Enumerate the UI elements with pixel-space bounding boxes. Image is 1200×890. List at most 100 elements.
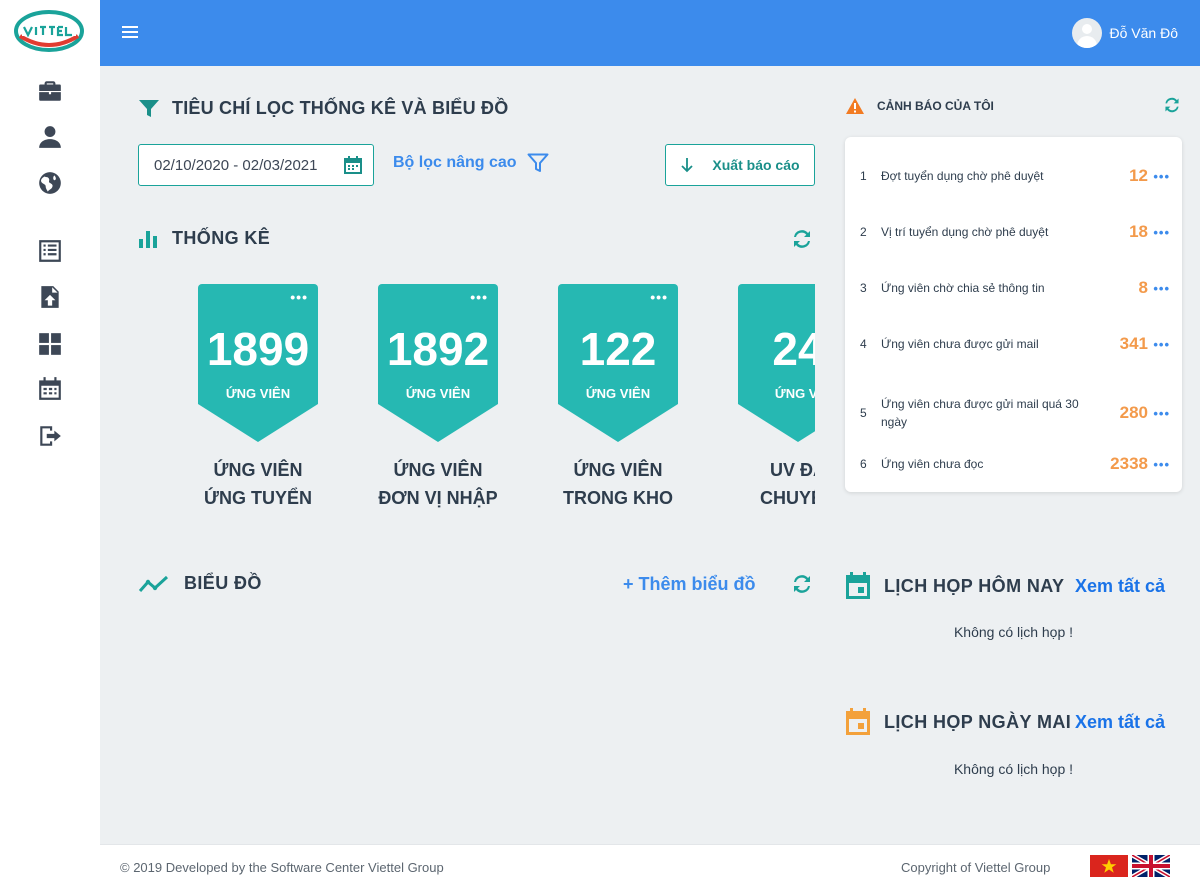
viettel-logo[interactable]	[14, 10, 84, 52]
meetings-today-title-text: LỊCH HỌP HÔM NAY	[884, 575, 1065, 596]
warning-index: 1	[860, 169, 867, 183]
charts-title-text: BIỂU ĐỒ	[184, 573, 262, 593]
line-chart-icon	[138, 575, 169, 592]
warning-index: 4	[860, 337, 867, 351]
user-icon[interactable]	[36, 123, 64, 151]
meetings-tomorrow-see-all-link[interactable]: Xem tất cả	[1075, 712, 1165, 733]
date-range-input[interactable]: 02/10/2020 - 02/03/2021	[138, 144, 374, 186]
stat-value: 122	[579, 323, 657, 375]
meetings-today-empty: Không có lịch họp !	[953, 624, 1074, 640]
warning-count: 8	[1138, 278, 1148, 297]
calendar-icon	[846, 572, 870, 599]
filter-section-title: TIÊU CHÍ LỌC THỐNG KÊ VÀ BIỂU ĐỒ	[138, 98, 508, 119]
arrow-down-icon	[681, 158, 694, 173]
warning-text: Đợt tuyển dụng chờ phê duyệt	[881, 169, 1044, 183]
stat-label-line: ĐƠN VỊ NHẬP	[378, 488, 498, 508]
avatar	[1071, 18, 1102, 48]
warning-row[interactable]: 6 Ứng viên chưa đọc 2338 •••	[845, 454, 1182, 473]
sidebar	[0, 0, 100, 890]
warning-more-icon[interactable]: •••	[1153, 457, 1170, 472]
uk-flag-icon[interactable]	[1130, 853, 1172, 879]
user-menu[interactable]: Đỗ Văn Đô	[1071, 18, 1178, 48]
warning-row[interactable]: 5 Ứng viên chưa được gửi mail quá 30 ngà…	[845, 395, 1182, 431]
stat-card-more-icon[interactable]: •••	[470, 290, 488, 304]
warning-count: 341	[1119, 334, 1148, 353]
vietnam-flag-icon[interactable]	[1090, 855, 1128, 877]
stat-label-line: ỨNG TUYỂN	[204, 488, 312, 508]
stats-section-title: THỐNG KÊ	[138, 228, 270, 249]
warning-more-icon[interactable]: •••	[1153, 337, 1170, 352]
warnings-refresh-icon[interactable]	[1162, 96, 1182, 119]
warning-row[interactable]: 2 Vị trí tuyển dụng chờ phê duyệt 18 •••	[845, 222, 1182, 241]
warning-more-icon[interactable]: •••	[1153, 281, 1170, 296]
stat-value: 1892	[386, 323, 490, 375]
stat-unit: ỨNG VIÊN	[225, 386, 291, 401]
stat-label: ỨNG VIÊN TRONG KHO	[528, 456, 708, 512]
file-upload-icon[interactable]	[36, 283, 64, 311]
bar-chart-icon	[139, 230, 157, 248]
stat-unit: ỨNG VIÊN	[405, 386, 471, 401]
warning-text: Ứng viên chưa được gửi mail quá 30 ngày	[881, 397, 1079, 429]
stat-card-transferred[interactable]: 24 ỨNG VI UV ĐÃ CHUYỂN	[738, 284, 815, 512]
filter-outline-icon	[527, 153, 549, 172]
warning-count: 18	[1129, 222, 1148, 241]
meetings-tomorrow-title-text: LỊCH HỌP NGÀY MAI	[884, 711, 1072, 732]
warning-more-icon[interactable]: •••	[1153, 406, 1170, 421]
top-header: Đỗ Văn Đô	[100, 0, 1200, 66]
stat-label: UV ĐÃ CHUYỂN	[708, 456, 815, 512]
stat-unit: ỨNG VIÊN	[585, 386, 651, 401]
export-report-button[interactable]: Xuất báo cáo	[665, 144, 815, 186]
menu-toggle-icon[interactable]	[122, 26, 140, 40]
meetings-today-title: LỊCH HỌP HÔM NAY	[845, 572, 1064, 600]
globe-icon[interactable]	[36, 169, 64, 197]
stat-label-line: ỨNG VIÊN	[213, 460, 303, 480]
meetings-today-see-all-link[interactable]: Xem tất cả	[1075, 576, 1165, 597]
stat-label-line: ỨNG VIÊN	[393, 460, 483, 480]
advanced-filter-label: Bộ lọc nâng cao	[393, 154, 517, 171]
warning-row[interactable]: 1 Đợt tuyển dụng chờ phê duyệt 12 •••	[845, 166, 1182, 185]
warning-row[interactable]: 4 Ứng viên chưa được gửi mail 341 •••	[845, 334, 1182, 353]
stat-card-unit-entered[interactable]: ••• 1892 ỨNG VIÊN ỨNG VIÊN ĐƠN VỊ NHẬP	[378, 284, 498, 512]
warning-text: Vị trí tuyển dụng chờ phê duyệt	[881, 225, 1049, 239]
warning-count: 2338	[1110, 454, 1148, 473]
warning-more-icon[interactable]: •••	[1153, 169, 1170, 184]
stat-value: 24	[772, 323, 815, 375]
warning-more-icon[interactable]: •••	[1153, 225, 1170, 240]
add-chart-button[interactable]: + Thêm biểu đồ	[623, 574, 756, 595]
calendar-icon[interactable]	[36, 375, 64, 403]
charts-refresh-icon[interactable]	[790, 573, 814, 600]
list-icon[interactable]	[36, 237, 64, 265]
user-name: Đỗ Văn Đô	[1109, 25, 1178, 41]
warning-index: 6	[860, 457, 867, 471]
advanced-filter-button[interactable]: Bộ lọc nâng cao	[393, 153, 549, 173]
warning-text: Ứng viên chưa đọc	[881, 457, 984, 471]
warning-count: 280	[1119, 403, 1148, 422]
stats-refresh-icon[interactable]	[790, 228, 814, 255]
charts-section-title: BIỂU ĐỒ	[138, 573, 262, 594]
stat-card-more-icon[interactable]: •••	[650, 290, 668, 304]
calendar-icon	[846, 708, 870, 735]
footer: © 2019 Developed by the Software Center …	[100, 844, 1200, 890]
dashboard-grid-icon[interactable]	[36, 330, 64, 358]
stat-card-in-storage[interactable]: ••• 122 ỨNG VIÊN ỨNG VIÊN TRONG KHO	[558, 284, 678, 512]
stat-label: ỨNG VIÊN ỨNG TUYỂN	[168, 456, 348, 512]
warning-row[interactable]: 3 Ứng viên chờ chia sẻ thông tin 8 •••	[845, 278, 1182, 297]
stat-unit: ỨNG VI	[774, 386, 815, 401]
calendar-icon[interactable]	[343, 155, 363, 175]
warning-index: 2	[860, 225, 867, 239]
briefcase-icon[interactable]	[36, 77, 64, 105]
date-range-value: 02/10/2020 - 02/03/2021	[154, 156, 318, 174]
stats-title-text: THỐNG KÊ	[172, 228, 271, 248]
logout-icon[interactable]	[36, 422, 64, 450]
warning-index: 3	[860, 281, 867, 295]
stat-card-applied[interactable]: ••• 1899 ỨNG VIÊN ỨNG VIÊN ỨNG TUYỂN	[198, 284, 318, 512]
filter-title-text: TIÊU CHÍ LỌC THỐNG KÊ VÀ BIỂU ĐỒ	[172, 98, 509, 118]
stats-carousel: ••• 1899 ỨNG VIÊN ỨNG VIÊN ỨNG TUYỂN •••…	[138, 284, 815, 524]
warning-text: Ứng viên chưa được gửi mail	[881, 337, 1039, 351]
stat-label-line: ỨNG VIÊN	[573, 460, 663, 480]
stat-label-line: CHUYỂN	[759, 488, 815, 508]
stat-card-more-icon[interactable]: •••	[290, 290, 308, 304]
footer-developed-by: © 2019 Developed by the Software Center …	[120, 860, 444, 875]
warning-icon	[846, 98, 864, 114]
export-report-label: Xuất báo cáo	[712, 157, 800, 173]
